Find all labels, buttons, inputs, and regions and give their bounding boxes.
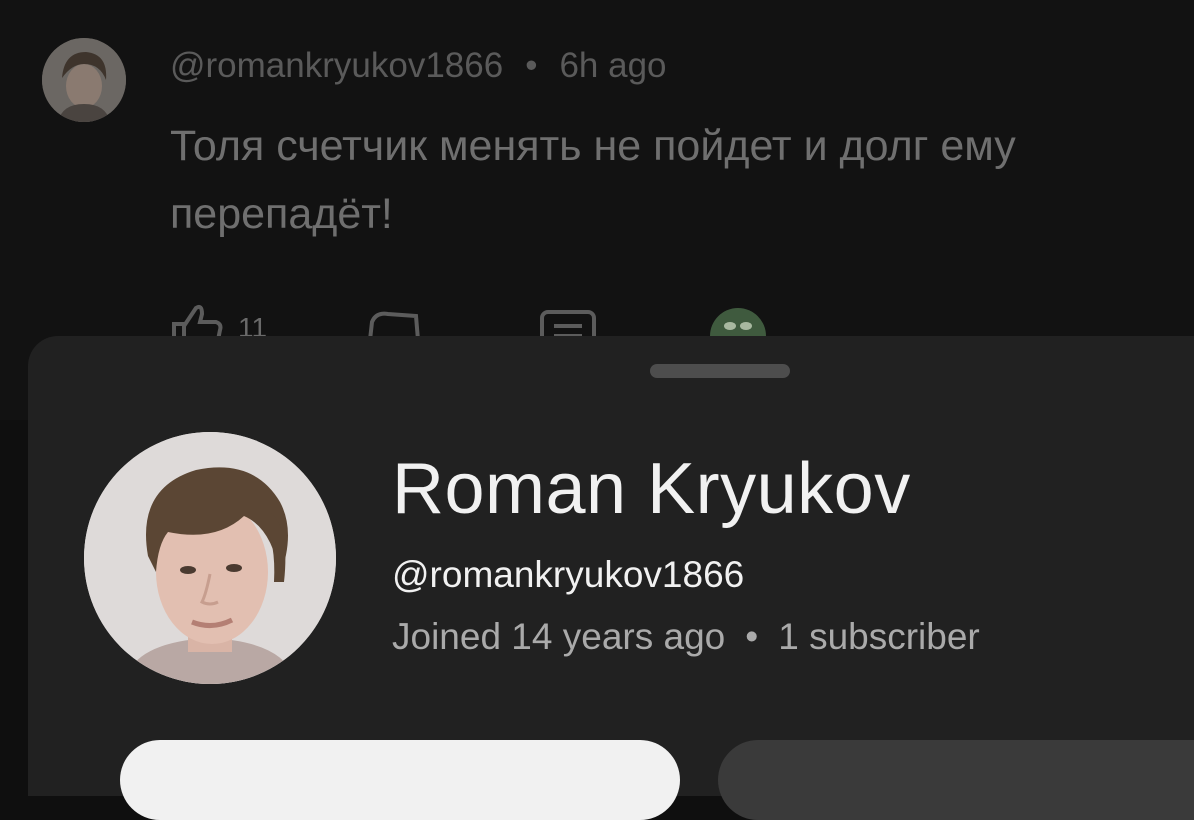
profile-handle: @romankryukov1866 [392, 554, 745, 595]
profile-bottom-sheet: Roman Kryukov @romankryukov1866 Joined 1… [28, 336, 1194, 820]
profile-name: Roman Kryukov [392, 449, 911, 529]
avatar-photo-icon [84, 432, 336, 684]
comment-meta: @romankryukov1866 • 6h ago [170, 46, 667, 86]
thumb-down-icon[interactable] [366, 300, 426, 340]
subscriber-count: 1 subscriber [778, 616, 980, 657]
profile-avatar[interactable] [84, 432, 336, 684]
avatar-photo-icon [42, 38, 126, 122]
primary-action-button[interactable] [120, 740, 680, 820]
comment-text: Толя счетчик менять не пойдет и долг ему… [170, 122, 1016, 238]
comment-time: 6h ago [559, 46, 667, 85]
thumb-up-icon[interactable] [168, 300, 228, 340]
comment-author-avatar[interactable] [42, 38, 126, 122]
info-separator: • [745, 616, 759, 657]
comment-author-handle[interactable]: @romankryukov1866 [170, 46, 503, 85]
comment-actions: 11 [0, 300, 1194, 343]
creator-heart-avatar-icon [710, 308, 766, 340]
profile-info: Joined 14 years ago • 1 subscriber [392, 616, 980, 658]
drag-handle[interactable] [650, 364, 790, 378]
secondary-action-button[interactable] [718, 740, 1194, 820]
meta-separator: • [525, 46, 538, 85]
joined-date: Joined 14 years ago [392, 616, 726, 657]
reply-icon[interactable] [538, 300, 598, 340]
